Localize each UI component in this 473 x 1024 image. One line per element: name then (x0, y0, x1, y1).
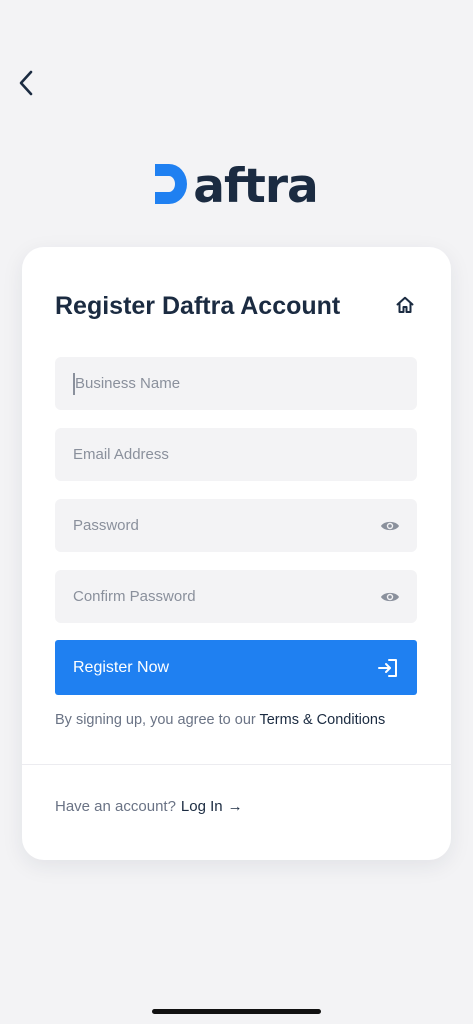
login-prompt: Have an account? (55, 798, 176, 815)
terms-link[interactable]: Terms & Conditions (259, 712, 385, 728)
eye-icon (381, 521, 399, 530)
eye-icon (381, 592, 399, 601)
email-input[interactable] (73, 428, 417, 481)
email-field[interactable] (55, 428, 417, 481)
password-visibility-toggle[interactable] (379, 515, 401, 537)
page-title: Register Daftra Account (55, 292, 341, 320)
password-field[interactable] (55, 499, 417, 552)
sign-in-icon (378, 658, 397, 677)
terms-prefix: By signing up, you agree to our (55, 712, 260, 728)
daftra-logo: aftra (0, 150, 473, 210)
business-name-input[interactable] (75, 357, 417, 410)
login-link-label: Log In (180, 798, 223, 815)
register-now-button[interactable]: Register Now (55, 640, 417, 695)
home-indicator[interactable] (152, 1009, 321, 1014)
terms-text: By signing up, you agree to our Terms & … (55, 712, 385, 728)
daftra-logo-mark-icon (155, 164, 188, 204)
chevron-left-icon (19, 70, 33, 96)
confirm-password-visibility-toggle[interactable] (379, 586, 401, 608)
password-input[interactable] (73, 499, 379, 552)
logo-text: aftra (193, 159, 319, 214)
divider (22, 764, 451, 765)
confirm-password-field[interactable] (55, 570, 417, 623)
back-button[interactable] (12, 66, 40, 100)
home-icon (396, 296, 414, 313)
login-row: Have an account? Log In → (55, 798, 243, 815)
register-now-label: Register Now (73, 658, 170, 676)
business-name-field[interactable] (55, 357, 417, 410)
confirm-password-input[interactable] (73, 570, 379, 623)
register-card: Register Daftra Account Business Name Em… (22, 247, 451, 860)
home-button[interactable] (392, 292, 418, 318)
login-link[interactable]: Log In → (181, 798, 243, 815)
arrow-right-icon: → (227, 798, 243, 815)
